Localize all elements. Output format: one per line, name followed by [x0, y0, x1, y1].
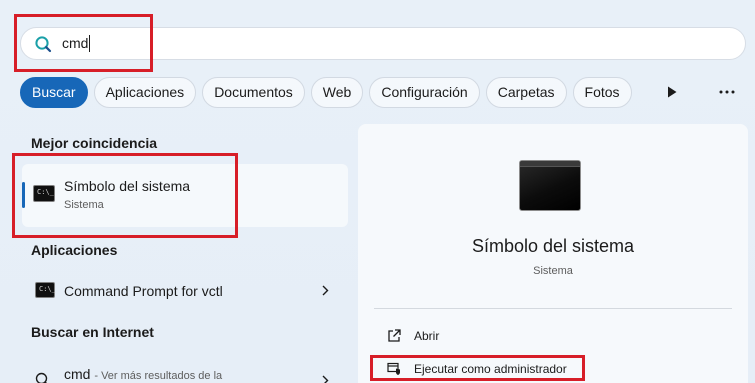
divider	[374, 308, 732, 309]
open-external-icon	[386, 328, 402, 344]
text-caret	[89, 35, 91, 53]
search-bar[interactable]: cmd	[20, 27, 746, 60]
section-title-best-match: Mejor coincidencia	[31, 135, 158, 151]
web-query: cmd	[64, 366, 91, 382]
tab-fotos[interactable]: Fotos	[572, 76, 632, 108]
search-icon	[35, 372, 51, 383]
search-icon	[33, 34, 53, 54]
list-item-web[interactable]: cmd - Ver más resultados de la	[22, 358, 348, 383]
filter-tabs: Buscar Aplicaciones Documentos Web Confi…	[20, 76, 638, 108]
detail-panel: Símbolo del sistema Sistema Abrir Ejecut…	[358, 124, 748, 383]
run-as-admin-action[interactable]: Ejecutar como administrador	[386, 357, 567, 381]
app-label: Command Prompt for vctl	[64, 283, 223, 299]
tab-configuracion[interactable]: Configuración	[369, 76, 480, 108]
detail-title: Símbolo del sistema	[471, 236, 635, 256]
selection-indicator	[22, 182, 25, 208]
open-label: Abrir	[414, 329, 440, 343]
section-title-web: Buscar en Internet	[31, 324, 154, 340]
tab-buscar[interactable]: Buscar	[20, 76, 88, 108]
terminal-icon: C:\_	[33, 185, 55, 202]
search-input[interactable]: cmd	[62, 35, 91, 53]
web-result-sub: - Ver más resultados de la	[94, 370, 223, 382]
tab-aplicaciones[interactable]: Aplicaciones	[93, 76, 197, 108]
play-icon[interactable]	[664, 84, 680, 100]
tab-documentos[interactable]: Documentos	[202, 76, 305, 108]
list-item-app[interactable]: C:\_ Command Prompt for vctl	[22, 274, 348, 306]
tab-carpetas[interactable]: Carpetas	[485, 76, 567, 108]
shield-admin-icon	[386, 361, 402, 377]
more-options-icon[interactable]	[716, 84, 738, 100]
run-as-admin-label: Ejecutar como administrador	[414, 362, 567, 376]
chevron-right-icon[interactable]	[320, 284, 330, 296]
best-match-subtitle: Sistema	[64, 199, 104, 211]
terminal-icon: C:\_	[35, 282, 56, 298]
open-action[interactable]: Abrir	[386, 324, 439, 348]
detail-subtitle: Sistema	[533, 265, 573, 277]
section-title-apps: Aplicaciones	[31, 242, 118, 258]
terminal-large-icon	[519, 160, 581, 211]
best-match-item[interactable]: C:\_ Símbolo del sistema Sistema	[22, 164, 348, 227]
tab-web[interactable]: Web	[310, 76, 364, 108]
best-match-title: Símbolo del sistema	[64, 178, 191, 194]
chevron-right-icon[interactable]	[320, 374, 330, 383]
web-result-label: cmd - Ver más resultados de la	[64, 366, 222, 382]
